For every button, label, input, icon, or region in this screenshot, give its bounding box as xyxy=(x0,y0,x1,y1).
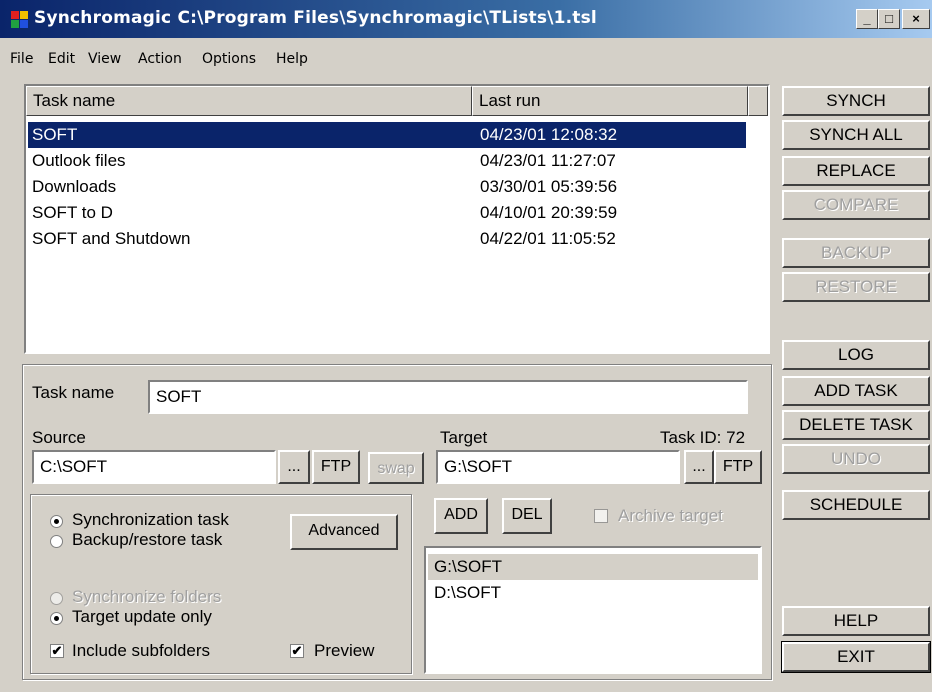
include-subfolders-checkbox[interactable]: ✔ xyxy=(50,644,64,658)
preview-label: Preview xyxy=(314,641,375,660)
column-header-task-name[interactable]: Task name xyxy=(26,86,472,116)
last-run-cell: 03/30/01 05:39:56 xyxy=(480,177,618,196)
target-ftp-button[interactable]: FTP xyxy=(714,450,762,484)
last-run-cell: 04/23/01 12:08:32 xyxy=(480,125,618,144)
task-id-label: Task ID: 72 xyxy=(660,428,746,447)
column-header-last-run[interactable]: Last run xyxy=(472,86,748,116)
add-target-button[interactable]: ADD xyxy=(434,498,488,534)
task-row[interactable]: SOFT and Shutdown 04/22/01 11:05:52 xyxy=(28,226,746,252)
add-task-button[interactable]: ADD TASK xyxy=(782,376,930,406)
target-list[interactable]: G:\SOFT D:\SOFT xyxy=(424,546,762,674)
last-run-cell: 04/22/01 11:05:52 xyxy=(480,229,616,248)
menu-edit[interactable]: Edit xyxy=(48,51,75,67)
last-run-cell: 04/23/01 11:27:07 xyxy=(480,151,616,170)
target-list-item[interactable]: G:\SOFT xyxy=(428,554,758,580)
compare-button[interactable]: COMPARE xyxy=(782,190,930,220)
target-update-radio[interactable] xyxy=(50,612,63,625)
sync-folders-radio[interactable] xyxy=(50,592,63,605)
target-update-label: Target update only xyxy=(72,607,212,626)
sync-task-label: Synchronization task xyxy=(72,510,229,529)
task-row[interactable]: SOFT 04/23/01 12:08:32 xyxy=(28,122,746,148)
replace-button[interactable]: REPLACE xyxy=(782,156,930,186)
delete-task-button[interactable]: DELETE TASK xyxy=(782,410,930,440)
maximize-button[interactable]: □ xyxy=(878,9,900,29)
source-input[interactable]: C:\SOFT xyxy=(32,450,276,484)
task-name-cell: SOFT xyxy=(32,125,78,144)
target-input[interactable]: G:\SOFT xyxy=(436,450,680,484)
target-list-item[interactable]: D:\SOFT xyxy=(428,580,758,606)
synch-all-button[interactable]: SYNCH ALL xyxy=(782,120,930,150)
target-label: Target xyxy=(440,428,488,447)
source-browse-button[interactable]: ... xyxy=(278,450,310,484)
exit-button[interactable]: EXIT xyxy=(781,641,931,673)
sync-task-radio[interactable] xyxy=(50,515,63,528)
archive-target-label: Archive target xyxy=(618,506,723,525)
task-name-input[interactable]: SOFT xyxy=(148,380,748,414)
schedule-button[interactable]: SCHEDULE xyxy=(782,490,930,520)
advanced-button[interactable]: Advanced xyxy=(290,514,398,550)
task-row[interactable]: Downloads 03/30/01 05:39:56 xyxy=(28,174,746,200)
del-target-button[interactable]: DEL xyxy=(502,498,552,534)
undo-button[interactable]: UNDO xyxy=(782,444,930,474)
task-name-cell: Outlook files xyxy=(32,151,126,170)
swap-button[interactable]: swap xyxy=(368,452,424,484)
title-bar[interactable]: Synchromagic C:\Program Files\Synchromag… xyxy=(0,0,932,38)
minimize-button[interactable]: _ xyxy=(856,9,878,29)
window-title: Synchromagic C:\Program Files\Synchromag… xyxy=(34,8,597,28)
menu-bar: File Edit View Action Options Help xyxy=(0,38,932,70)
column-header-filler xyxy=(748,86,768,116)
task-name-label: Task name xyxy=(32,383,115,402)
last-run-cell: 04/10/01 20:39:59 xyxy=(480,203,618,222)
menu-help[interactable]: Help xyxy=(276,51,308,67)
task-row[interactable]: SOFT to D 04/10/01 20:39:59 xyxy=(28,200,746,226)
menu-action[interactable]: Action xyxy=(138,51,182,67)
help-button[interactable]: HELP xyxy=(782,606,930,636)
log-button[interactable]: LOG xyxy=(782,340,930,370)
backup-task-label: Backup/restore task xyxy=(72,530,223,549)
app-icon xyxy=(11,11,28,28)
backup-button[interactable]: BACKUP xyxy=(782,238,930,268)
synch-button[interactable]: SYNCH xyxy=(782,86,930,116)
menu-view[interactable]: View xyxy=(88,51,121,67)
restore-button[interactable]: RESTORE xyxy=(782,272,930,302)
preview-checkbox[interactable]: ✔ xyxy=(290,644,304,658)
task-name-cell: SOFT to D xyxy=(32,203,113,222)
backup-task-radio[interactable] xyxy=(50,535,63,548)
include-subfolders-label: Include subfolders xyxy=(72,641,210,660)
task-name-cell: SOFT and Shutdown xyxy=(32,229,191,248)
task-name-cell: Downloads xyxy=(32,177,117,196)
task-row[interactable]: Outlook files 04/23/01 11:27:07 xyxy=(28,148,746,174)
task-list[interactable]: Task name Last run SOFT 04/23/01 12:08:3… xyxy=(24,84,770,354)
archive-target-checkbox[interactable] xyxy=(594,509,608,523)
source-label: Source xyxy=(32,428,86,447)
sync-folders-label: Synchronize folders xyxy=(72,587,222,606)
menu-options[interactable]: Options xyxy=(202,51,256,67)
close-button[interactable]: × xyxy=(902,9,930,29)
source-ftp-button[interactable]: FTP xyxy=(312,450,360,484)
target-browse-button[interactable]: ... xyxy=(684,450,714,484)
menu-file[interactable]: File xyxy=(10,51,33,67)
